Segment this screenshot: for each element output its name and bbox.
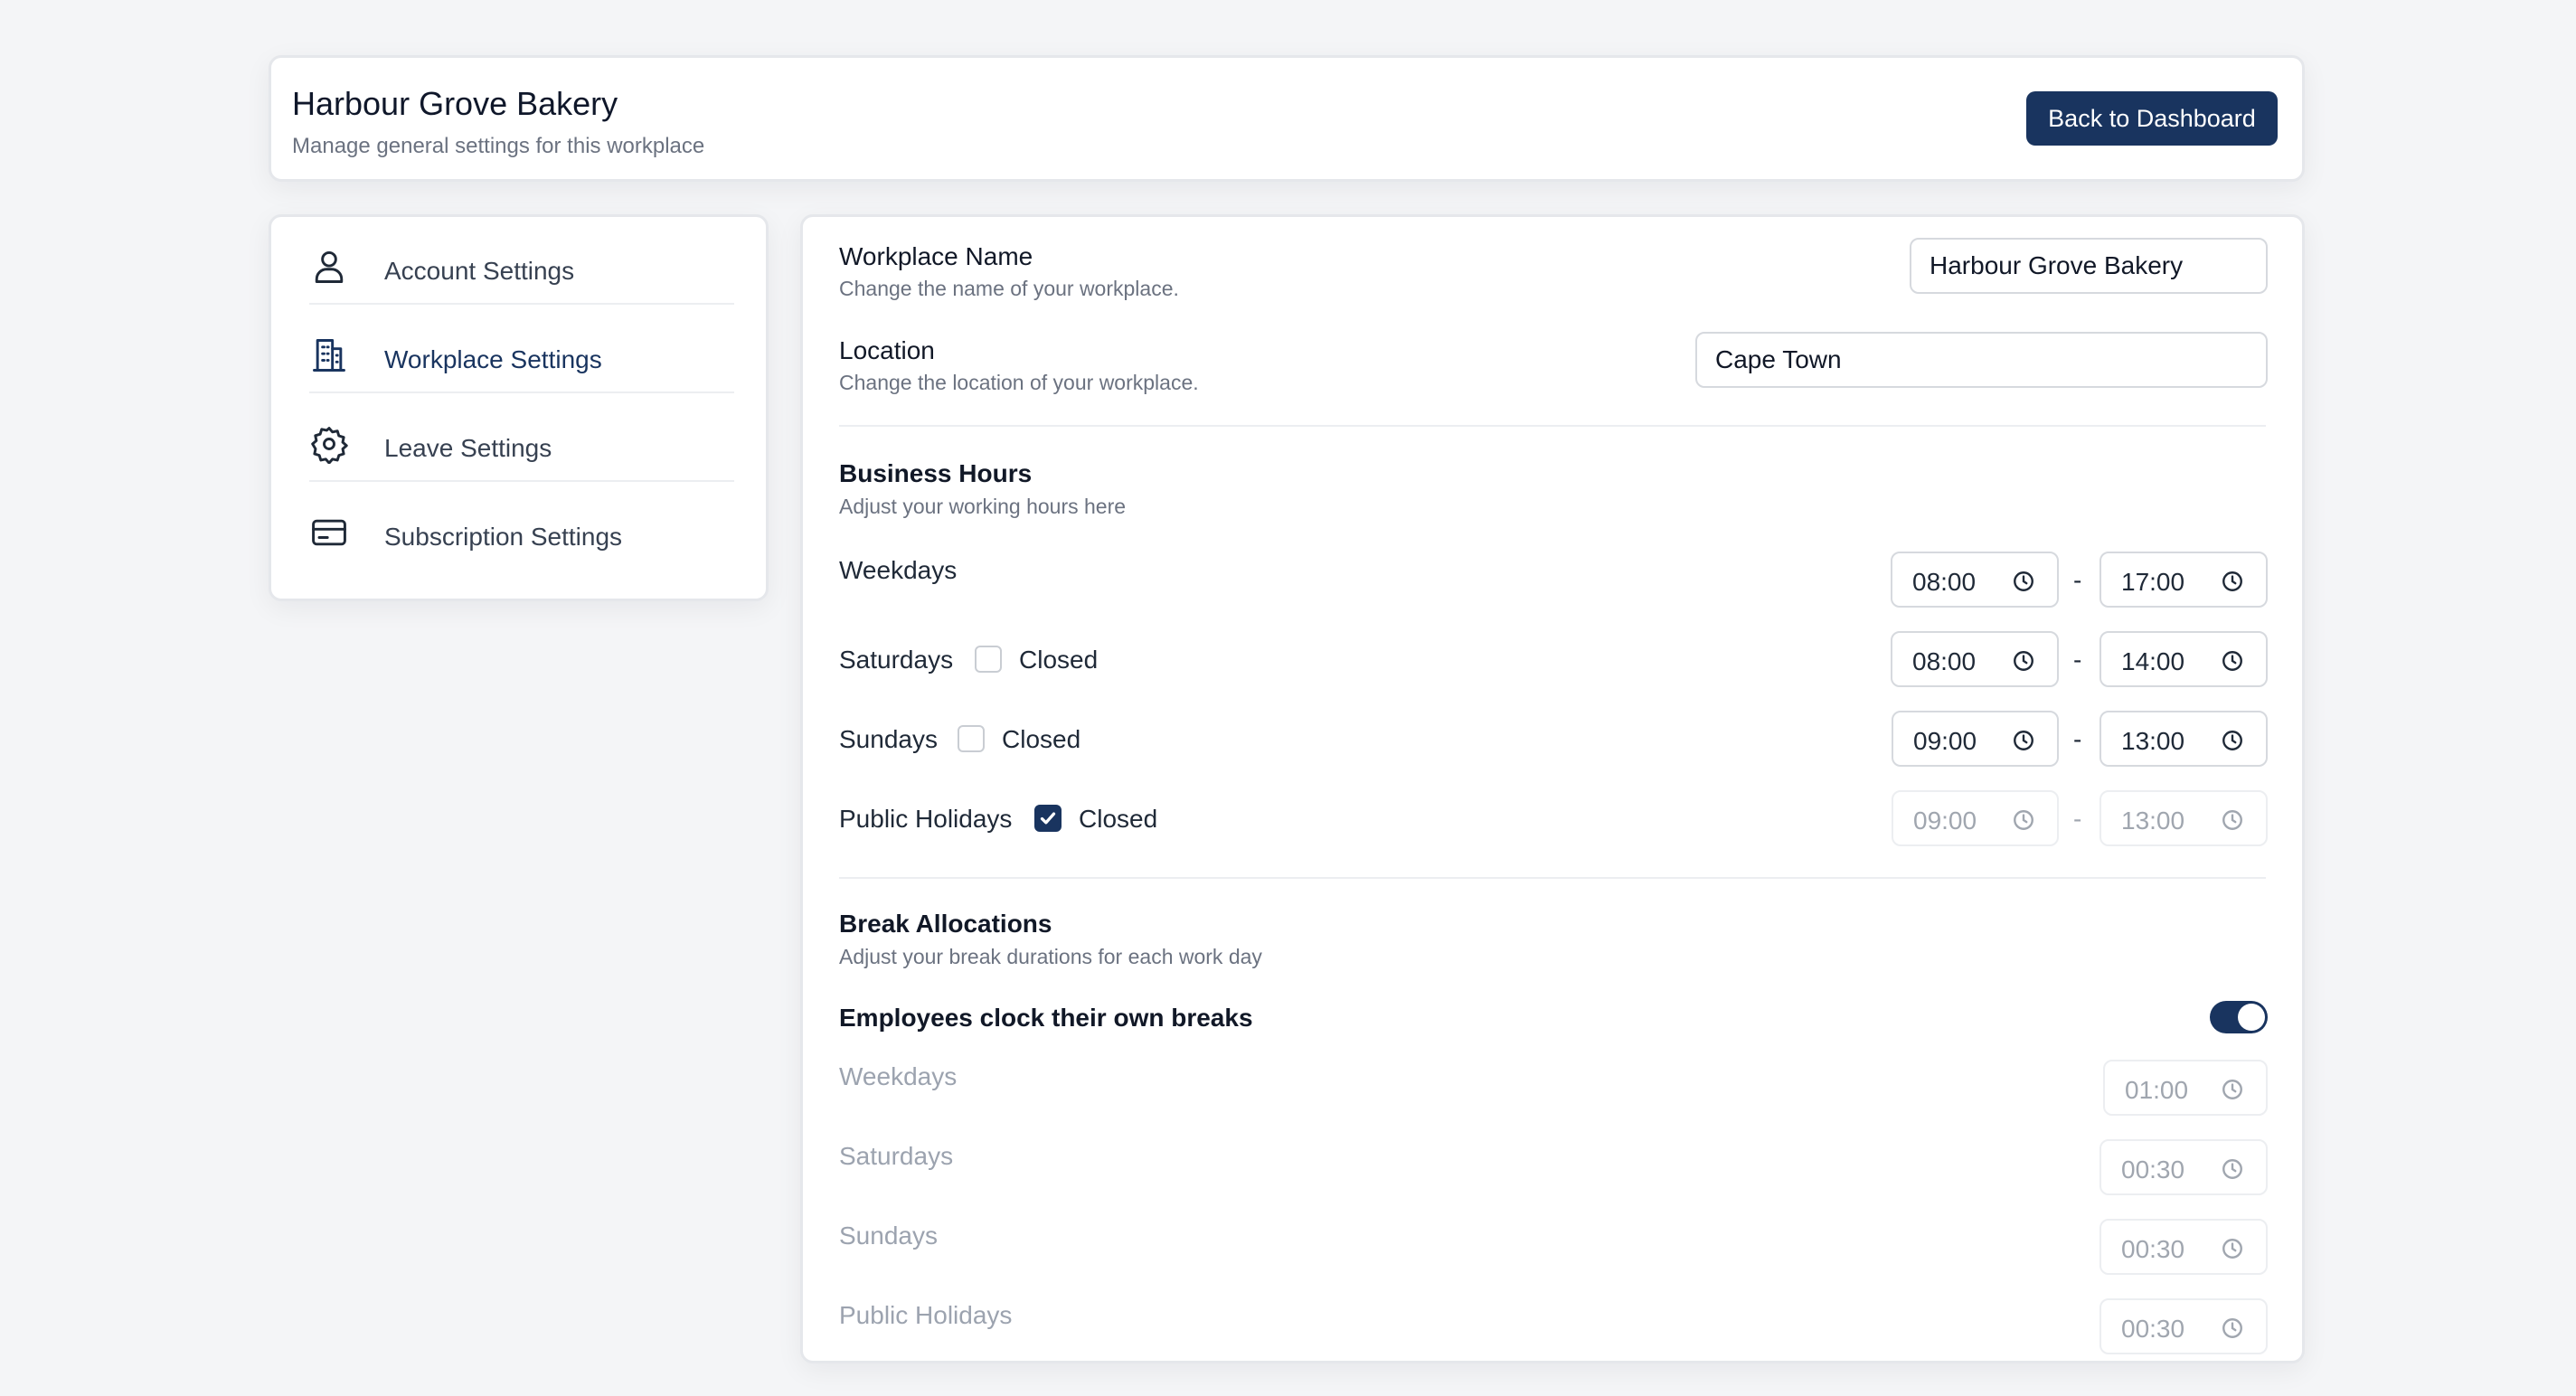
hours-row-label-public-holidays: Public Holidays [839, 805, 1013, 833]
sundays-end-time-input[interactable]: 13:00 [2099, 711, 2268, 767]
sundays-closed-label: Closed [1002, 725, 1081, 753]
clock-icon [2222, 1159, 2242, 1179]
clock-icon [2222, 731, 2242, 750]
time-value: 01:00 [2125, 1076, 2189, 1104]
clock-own-breaks-label: Employees clock their own breaks [839, 1004, 1253, 1032]
public-holidays-break-duration-input: 00:30 [2099, 1298, 2268, 1354]
credit-card-icon [312, 519, 346, 546]
hours-row-label-weekdays: Weekdays [839, 556, 958, 584]
time-range-separator: - [2073, 566, 2082, 594]
sidebar-divider [309, 303, 734, 305]
saturdays-closed-checkbox[interactable] [975, 646, 1002, 673]
time-value: 00:30 [2121, 1235, 2185, 1263]
hours-row-label-saturdays: Saturdays [839, 646, 954, 674]
clock-icon [2014, 571, 2033, 591]
time-value: 17:00 [2121, 568, 2185, 596]
hours-row-label-sundays: Sundays [839, 725, 938, 753]
sidebar-item-account-settings[interactable]: Account Settings [309, 217, 734, 305]
public-holidays-closed-checkbox[interactable] [1034, 805, 1062, 832]
clock-icon [2222, 1080, 2242, 1099]
sidebar-divider [309, 480, 734, 482]
clock-icon [2222, 810, 2242, 830]
sidebar-item-leave-settings[interactable]: Leave Settings [309, 394, 734, 482]
workplace-settings-panel: Workplace Name Change the name of your w… [800, 214, 2305, 1363]
public-holidays-closed-label: Closed [1079, 805, 1158, 833]
clock-icon [2222, 651, 2242, 671]
clock-icon [2014, 651, 2033, 671]
gear-icon [311, 427, 348, 464]
time-range-separator: - [2073, 725, 2082, 753]
time-value: 09:00 [1913, 806, 1977, 835]
workplace-name-label: Workplace Name [839, 242, 1033, 270]
workplace-name-description: Change the name of your workplace. [839, 277, 1179, 300]
clock-icon [2222, 1239, 2242, 1259]
clock-icon [2222, 1318, 2242, 1338]
user-icon [315, 250, 344, 283]
break-row-label-saturdays: Saturdays [839, 1142, 954, 1170]
sundays-closed-checkbox[interactable] [958, 725, 985, 752]
saturdays-break-duration-input: 00:30 [2099, 1139, 2268, 1195]
sidebar-item-workplace-settings[interactable]: Workplace Settings [309, 306, 734, 393]
time-value: 00:30 [2121, 1315, 2185, 1343]
time-range-separator: - [2073, 805, 2082, 833]
saturdays-end-time-input[interactable]: 14:00 [2099, 631, 2268, 687]
public-holidays-start-time-input: 09:00 [1892, 790, 2059, 846]
sidebar-item-label: Account Settings [384, 257, 575, 285]
sidebar-item-label: Subscription Settings [384, 523, 623, 551]
saturdays-start-time-input[interactable]: 08:00 [1891, 631, 2059, 687]
page-subtitle: Manage general settings for this workpla… [292, 134, 705, 158]
clock-own-breaks-toggle[interactable] [2210, 1001, 2268, 1033]
settings-sidebar: Account Settings Workplace Settings Leav… [269, 214, 769, 601]
weekdays-start-time-input[interactable]: 08:00 [1891, 552, 2059, 608]
time-value: 09:00 [1913, 727, 1977, 755]
section-divider [839, 425, 2266, 427]
building-icon [313, 339, 345, 372]
sidebar-item-label: Workplace Settings [384, 345, 602, 373]
toggle-knob [2238, 1004, 2265, 1031]
business-hours-description: Adjust your working hours here [839, 495, 1127, 518]
section-divider [839, 877, 2266, 879]
time-value: 08:00 [1912, 568, 1977, 596]
back-to-dashboard-button[interactable]: Back to Dashboard [2026, 91, 2278, 146]
saturdays-closed-label: Closed [1019, 646, 1099, 674]
location-label: Location [839, 336, 935, 364]
business-hours-title: Business Hours [839, 459, 1033, 487]
sidebar-item-subscription-settings[interactable]: Subscription Settings [309, 483, 734, 571]
time-range-separator: - [2073, 646, 2082, 674]
sidebar-item-label: Leave Settings [384, 434, 552, 462]
clock-icon [2014, 731, 2033, 750]
workplace-name-input[interactable] [1910, 238, 2268, 294]
clock-icon [2222, 571, 2242, 591]
break-allocations-description: Adjust your break durations for each wor… [839, 945, 1262, 968]
break-allocations-title: Break Allocations [839, 910, 1052, 938]
time-value: 08:00 [1912, 647, 1977, 675]
time-value: 13:00 [2121, 806, 2185, 835]
weekdays-break-duration-input: 01:00 [2103, 1060, 2268, 1116]
time-value: 00:30 [2121, 1155, 2185, 1184]
sidebar-divider [309, 391, 734, 393]
time-value: 13:00 [2121, 727, 2185, 755]
sundays-break-duration-input: 00:30 [2099, 1219, 2268, 1275]
break-row-label-sundays: Sundays [839, 1222, 938, 1250]
time-value: 14:00 [2121, 647, 2185, 675]
location-input[interactable] [1695, 332, 2268, 388]
break-row-label-public-holidays: Public Holidays [839, 1301, 1013, 1329]
page-header: Harbour Grove Bakery Manage general sett… [269, 55, 2305, 182]
sundays-start-time-input[interactable]: 09:00 [1892, 711, 2059, 767]
public-holidays-end-time-input: 13:00 [2099, 790, 2268, 846]
location-description: Change the location of your workplace. [839, 371, 1199, 394]
break-row-label-weekdays: Weekdays [839, 1062, 958, 1090]
check-icon [1040, 812, 1056, 825]
page-title: Harbour Grove Bakery [292, 85, 618, 122]
clock-icon [2014, 810, 2033, 830]
weekdays-end-time-input[interactable]: 17:00 [2099, 552, 2268, 608]
